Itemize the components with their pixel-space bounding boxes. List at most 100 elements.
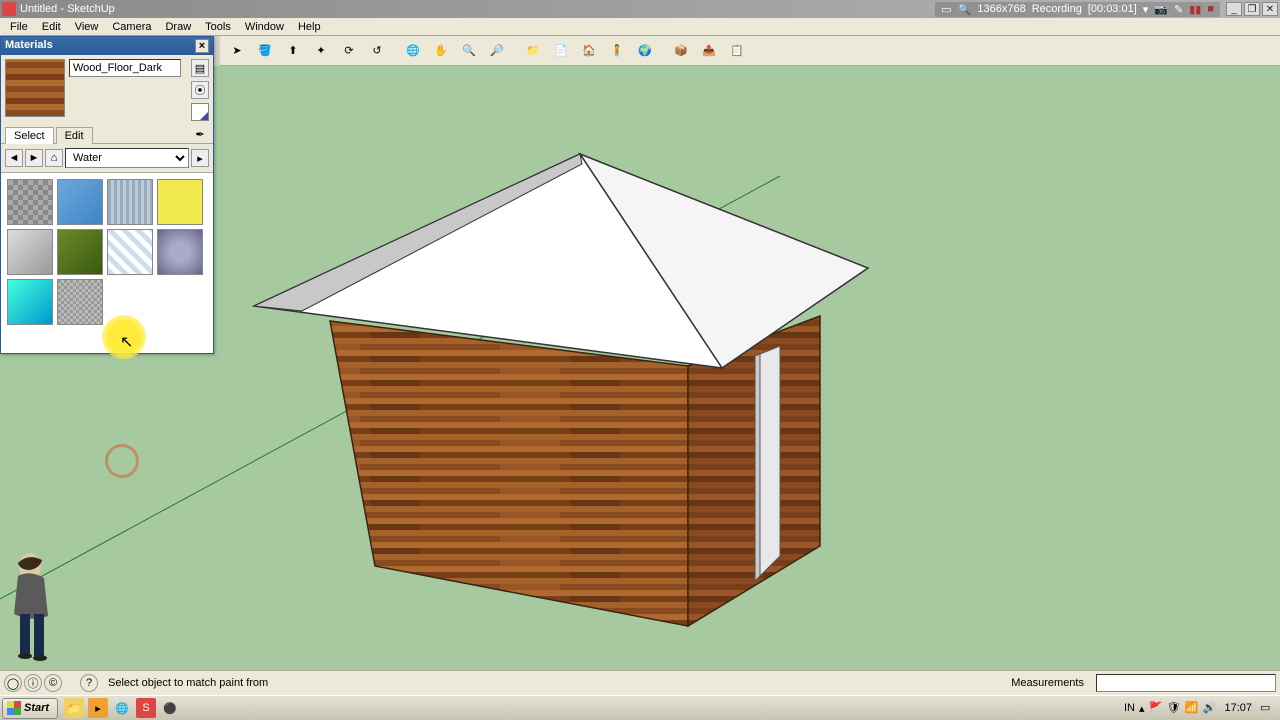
recorder-minimize-icon[interactable]: ▭ xyxy=(941,3,951,16)
window-title: Untitled - SketchUp xyxy=(20,3,115,15)
recorder-edit-icon[interactable]: ✎ xyxy=(1174,3,1183,16)
tray-arrow-icon[interactable]: ▴ xyxy=(1139,702,1145,715)
swatch-water-yellow[interactable] xyxy=(157,179,203,225)
tray-network-icon[interactable]: 📶 xyxy=(1184,701,1198,715)
swatch-water-stripes[interactable] xyxy=(107,179,153,225)
menu-window[interactable]: Window xyxy=(239,19,290,35)
scale-figure[interactable] xyxy=(0,548,90,668)
taskbar-clock[interactable]: 17:07 xyxy=(1220,702,1256,714)
tray-security-icon[interactable]: 🛡 xyxy=(1166,701,1180,715)
tray-flag-icon[interactable]: 🚩 xyxy=(1148,701,1162,715)
push-pull-icon[interactable]: ⬆ xyxy=(280,38,306,64)
maximize-button[interactable]: ❐ xyxy=(1244,2,1260,16)
measurements-input[interactable] xyxy=(1096,674,1276,692)
menu-help[interactable]: Help xyxy=(292,19,327,35)
materials-panel: Materials × ▤ ⦿ Select Edit ✒ ◄ ► ⌂ Wate… xyxy=(0,36,214,354)
swatch-water-cloudy[interactable] xyxy=(157,229,203,275)
create-material-icon[interactable]: ▤ xyxy=(191,59,209,77)
swatch-water-green[interactable] xyxy=(57,229,103,275)
taskbar-explorer-icon[interactable]: 📁 xyxy=(64,698,84,718)
windows-taskbar: Start 📁 ▸ 🌐 S ⚫ IN ▴ 🚩 🛡 📶 🔊 17:07 ▭ xyxy=(0,695,1280,720)
extension-icon[interactable]: 📤 xyxy=(696,38,722,64)
taskbar-sketchup-icon[interactable]: S xyxy=(136,698,156,718)
rotate-icon[interactable]: ⟳ xyxy=(336,38,362,64)
select-tool-icon[interactable]: ➤ xyxy=(224,38,250,64)
earth-icon[interactable]: 🌍 xyxy=(632,38,658,64)
menu-edit[interactable]: Edit xyxy=(36,19,67,35)
new-icon[interactable]: 📄 xyxy=(548,38,574,64)
recorder-time: [00:03:01] xyxy=(1088,3,1137,15)
move-icon[interactable]: ✦ xyxy=(308,38,334,64)
app-icon xyxy=(2,2,16,16)
zoom-extents-icon[interactable]: 🔎 xyxy=(484,38,510,64)
offset-icon[interactable]: ↺ xyxy=(364,38,390,64)
recorder-dropdown-icon[interactable]: ▾ xyxy=(1143,3,1149,16)
recorder-search-icon[interactable]: 🔍 xyxy=(958,3,972,16)
materials-titlebar[interactable]: Materials × xyxy=(1,37,213,55)
credits-icon[interactable]: ⓘ xyxy=(24,674,42,692)
layers-icon[interactable]: 📋 xyxy=(724,38,750,64)
menu-tools[interactable]: Tools xyxy=(199,19,237,35)
close-button[interactable]: ✕ xyxy=(1262,2,1278,16)
recorder-pause-icon[interactable]: ▮▮ xyxy=(1189,3,1201,16)
current-material-swatch[interactable] xyxy=(5,59,65,117)
taskbar-chrome-icon[interactable]: 🌐 xyxy=(112,698,132,718)
menu-file[interactable]: File xyxy=(4,19,34,35)
set-default-icon[interactable]: ⦿ xyxy=(191,81,209,99)
nav-back-icon[interactable]: ◄ xyxy=(5,149,23,167)
library-select[interactable]: Water xyxy=(65,148,189,168)
cursor-arrow-icon: ↖ xyxy=(120,332,133,352)
swatch-water-cyan[interactable] xyxy=(7,279,53,325)
click-ripple-indicator xyxy=(105,444,139,478)
nav-forward-icon[interactable]: ► xyxy=(25,149,43,167)
help-icon[interactable]: ? xyxy=(80,674,98,692)
warehouse-icon[interactable]: 📦 xyxy=(668,38,694,64)
taskbar-media-icon[interactable]: ▸ xyxy=(88,698,108,718)
windows-logo-icon xyxy=(7,701,21,715)
minimize-button[interactable]: _ xyxy=(1226,2,1242,16)
default-material-swatch[interactable] xyxy=(191,103,209,121)
component-icon[interactable]: 🏠 xyxy=(576,38,602,64)
swatch-water-deep-blue[interactable] xyxy=(57,179,103,225)
swatch-water-flat-gray[interactable] xyxy=(7,229,53,275)
zoom-icon[interactable]: 🔍 xyxy=(456,38,482,64)
tab-edit[interactable]: Edit xyxy=(56,127,93,144)
person-icon[interactable]: 🧍 xyxy=(604,38,630,64)
recorder-stop-icon[interactable]: ■ xyxy=(1207,3,1214,15)
swatch-water-rough-gray[interactable] xyxy=(7,179,53,225)
title-bar: Untitled - SketchUp ▭ 🔍 1366x768 Recordi… xyxy=(0,0,1280,18)
materials-close-icon[interactable]: × xyxy=(195,39,209,53)
taskbar-recorder-icon[interactable]: ⚫ xyxy=(160,698,180,718)
orbit-icon[interactable]: 🌐 xyxy=(400,38,426,64)
library-menu-icon[interactable]: ▸ xyxy=(191,149,209,167)
tab-select[interactable]: Select xyxy=(5,127,54,144)
recorder-camera-icon[interactable]: 📷 xyxy=(1154,3,1168,16)
menu-view[interactable]: View xyxy=(69,19,105,35)
pan-icon[interactable]: ✋ xyxy=(428,38,454,64)
nav-home-icon[interactable]: ⌂ xyxy=(45,149,63,167)
paint-bucket-icon[interactable]: 🪣 xyxy=(252,38,278,64)
language-indicator[interactable]: IN xyxy=(1124,702,1135,714)
geo-location-icon[interactable]: ◯ xyxy=(4,674,22,692)
measurements-label: Measurements xyxy=(1005,675,1090,691)
recorder-resolution: 1366x768 xyxy=(977,3,1025,15)
tray-show-desktop[interactable]: ▭ xyxy=(1260,701,1274,715)
start-label: Start xyxy=(24,702,49,714)
swatch-water-pool-grid[interactable] xyxy=(107,229,153,275)
main-toolbar: ➤ 🪣 ⬆ ✦ ⟳ ↺ 🌐 ✋ 🔍 🔎 📁 📄 🏠 🧍 🌍 📦 📤 📋 xyxy=(220,36,1280,66)
status-hint: Select object to match paint from xyxy=(108,677,268,689)
menu-bar: File Edit View Camera Draw Tools Window … xyxy=(0,18,1280,36)
materials-title-label: Materials xyxy=(5,39,53,53)
menu-draw[interactable]: Draw xyxy=(159,19,197,35)
claim-credit-icon[interactable]: © xyxy=(44,674,62,692)
recorder-status: Recording xyxy=(1032,3,1082,15)
screen-recorder-overlay: ▭ 🔍 1366x768 Recording [00:03:01] ▾ 📷 ✎ … xyxy=(935,2,1220,17)
status-bar: ◯ ⓘ © ? Select object to match paint fro… xyxy=(0,670,1280,695)
start-button[interactable]: Start xyxy=(2,698,58,719)
material-name-input[interactable] xyxy=(69,59,181,77)
eyedropper-icon[interactable]: ✒ xyxy=(191,125,209,143)
swatch-water-pebbles[interactable] xyxy=(57,279,103,325)
tray-volume-icon[interactable]: 🔊 xyxy=(1202,701,1216,715)
menu-camera[interactable]: Camera xyxy=(106,19,157,35)
add-location-icon[interactable]: 📁 xyxy=(520,38,546,64)
